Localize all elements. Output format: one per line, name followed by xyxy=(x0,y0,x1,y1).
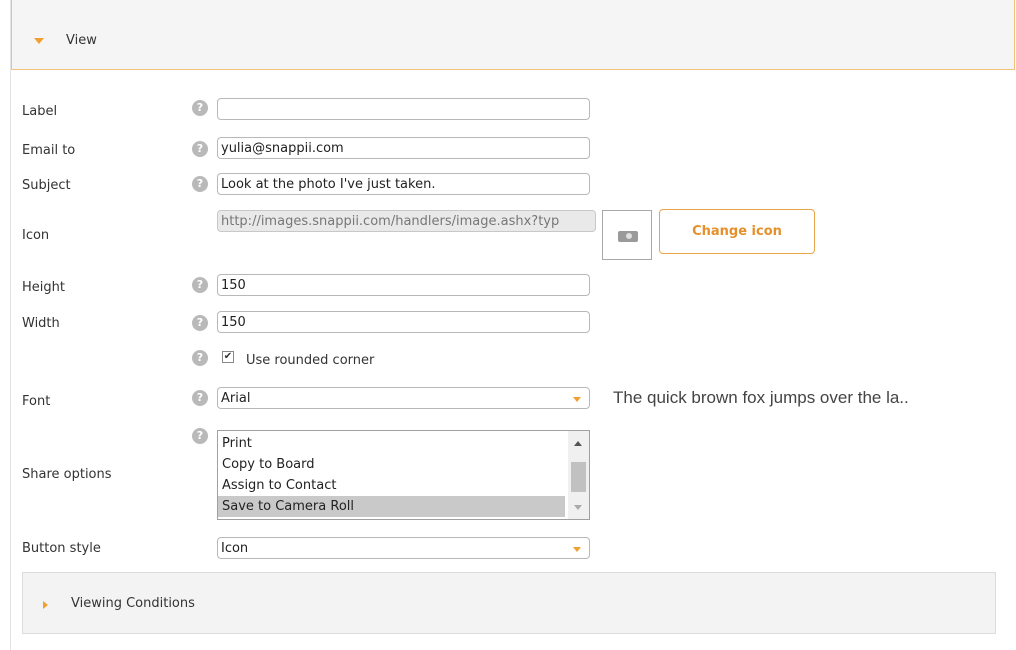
camera-icon xyxy=(618,231,638,242)
scroll-thumb[interactable] xyxy=(571,462,586,492)
subject-field-label: Subject xyxy=(22,178,71,193)
width-input[interactable] xyxy=(217,311,590,333)
rounded-corner-label: Use rounded corner xyxy=(246,353,375,368)
view-section-title: View xyxy=(66,33,97,48)
scroll-down-icon[interactable] xyxy=(574,505,582,510)
scroll-up-icon[interactable] xyxy=(574,441,582,446)
list-item[interactable]: Assign to Contact xyxy=(222,475,336,496)
font-field-label: Font xyxy=(22,394,51,409)
view-section-header[interactable]: View xyxy=(11,0,1015,70)
height-input[interactable] xyxy=(217,274,590,296)
button-style-label: Button style xyxy=(22,541,101,556)
font-select[interactable]: Arial xyxy=(217,387,590,409)
help-icon[interactable]: ? xyxy=(192,350,208,366)
font-preview-text: The quick brown fox jumps over the la.. xyxy=(613,388,909,407)
label-field-label: Label xyxy=(22,104,58,119)
expand-arrow-icon[interactable] xyxy=(43,601,48,609)
help-icon[interactable]: ? xyxy=(192,100,208,116)
viewing-conditions-title: Viewing Conditions xyxy=(71,596,195,611)
list-item[interactable]: Copy to Board xyxy=(222,454,315,475)
button-style-value: Icon xyxy=(221,541,249,556)
viewing-conditions-header[interactable]: Viewing Conditions xyxy=(22,572,996,634)
icon-url-input xyxy=(217,210,596,232)
subject-input[interactable] xyxy=(217,173,590,195)
list-item[interactable]: Print xyxy=(222,433,252,454)
rounded-corner-checkbox[interactable]: ✔ xyxy=(222,351,234,363)
help-icon[interactable]: ? xyxy=(192,277,208,293)
help-icon[interactable]: ? xyxy=(192,428,208,444)
change-icon-button[interactable]: Change icon xyxy=(659,209,815,254)
width-field-label: Width xyxy=(22,316,60,331)
button-style-select[interactable]: Icon xyxy=(217,537,590,559)
height-field-label: Height xyxy=(22,280,65,295)
email-field-label: Email to xyxy=(22,143,76,158)
chevron-down-icon xyxy=(573,547,581,552)
chevron-down-icon xyxy=(573,397,581,402)
help-icon[interactable]: ? xyxy=(192,315,208,331)
font-select-value: Arial xyxy=(221,391,251,406)
label-input[interactable] xyxy=(217,98,590,120)
list-item-selected[interactable]: Save to Camera Roll xyxy=(218,496,565,517)
help-icon[interactable]: ? xyxy=(192,141,208,157)
share-options-label: Share options xyxy=(22,467,112,482)
share-options-listbox[interactable]: Print Copy to Board Assign to Contact Sa… xyxy=(217,430,590,520)
help-icon[interactable]: ? xyxy=(192,176,208,192)
scrollbar[interactable] xyxy=(568,431,589,519)
expand-arrow-icon[interactable] xyxy=(34,38,44,44)
email-input[interactable] xyxy=(217,137,590,159)
help-icon[interactable]: ? xyxy=(192,390,208,406)
icon-preview[interactable] xyxy=(602,210,652,260)
icon-field-label: Icon xyxy=(22,228,50,243)
